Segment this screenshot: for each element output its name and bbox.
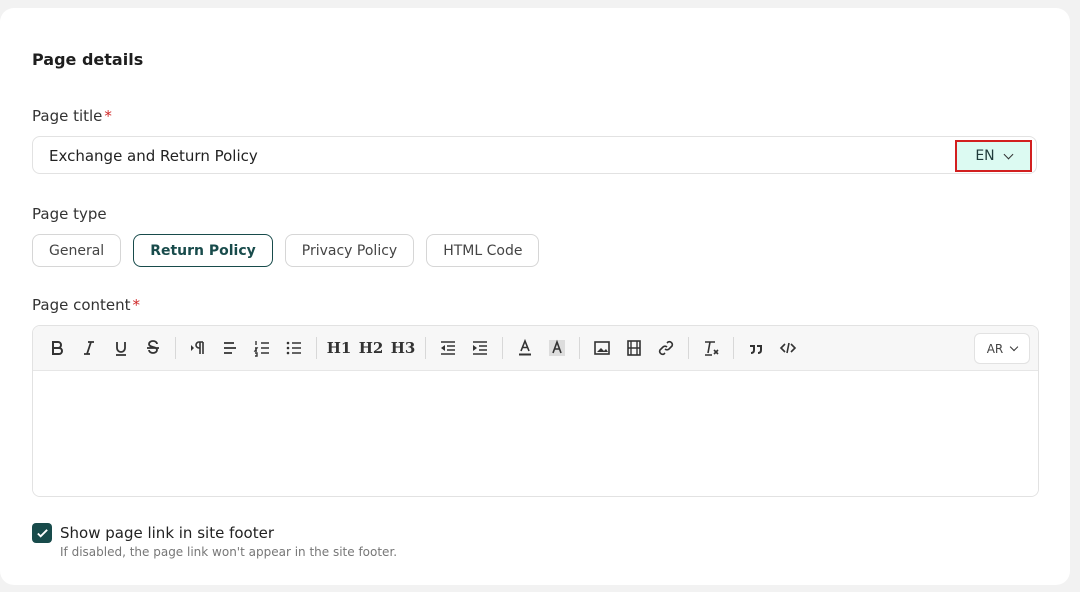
page-title-input[interactable]: Exchange and Return Policy EN: [32, 136, 1037, 174]
toolbar-divider: [502, 337, 503, 359]
required-mark: *: [132, 296, 141, 314]
highlight-icon[interactable]: [541, 333, 573, 363]
content-language-value: AR: [986, 341, 1004, 356]
outdent-icon[interactable]: [432, 333, 464, 363]
bullet-list-icon[interactable]: [278, 333, 310, 363]
heading2-icon[interactable]: H2: [355, 333, 387, 363]
required-mark: *: [104, 107, 112, 125]
footer-link-label: Show page link in site footer: [60, 524, 274, 542]
heading3-icon[interactable]: H3: [387, 333, 419, 363]
heading1-icon[interactable]: H1: [323, 333, 355, 363]
section-title: Page details: [32, 50, 144, 69]
title-language-value: EN: [975, 148, 995, 164]
text-direction-icon[interactable]: [182, 333, 214, 363]
toolbar-divider: [316, 337, 317, 359]
page-type-options: General Return Policy Privacy Policy HTM…: [32, 234, 540, 267]
video-icon[interactable]: [618, 333, 650, 363]
editor-toolbar: H1 H2 H3 AR: [33, 326, 1038, 371]
page-title-label: Page title *: [32, 107, 112, 125]
heading2-label: H2: [358, 339, 384, 357]
chevron-down-icon: [1003, 149, 1014, 159]
page-type-label: Page type: [32, 205, 107, 223]
bold-icon[interactable]: [41, 333, 73, 363]
chevron-down-icon: [1010, 342, 1019, 351]
page-type-general[interactable]: General: [32, 234, 122, 267]
footer-link-hint: If disabled, the page link won't appear …: [60, 545, 398, 559]
toolbar-divider: [175, 337, 176, 359]
toolbar-divider: [579, 337, 580, 359]
footer-link-checkbox[interactable]: [32, 523, 52, 543]
rich-text-editor: H1 H2 H3 AR: [32, 325, 1039, 497]
quote-icon[interactable]: [740, 333, 772, 363]
underline-icon[interactable]: [105, 333, 137, 363]
font-color-icon[interactable]: [509, 333, 541, 363]
toolbar-divider: [425, 337, 426, 359]
page-type-privacy-policy[interactable]: Privacy Policy: [284, 234, 415, 267]
title-language-select[interactable]: EN: [955, 140, 1032, 172]
clear-format-icon[interactable]: [695, 333, 727, 363]
content-language-select[interactable]: AR: [974, 333, 1030, 364]
page-content-label: Page content *: [32, 296, 141, 314]
check-icon: [36, 528, 48, 538]
link-icon[interactable]: [650, 333, 682, 363]
code-icon[interactable]: [772, 333, 804, 363]
heading1-label: H1: [326, 339, 352, 357]
indent-icon[interactable]: [464, 333, 496, 363]
page-type-html-code[interactable]: HTML Code: [426, 234, 540, 267]
heading3-label: H3: [390, 339, 416, 357]
italic-icon[interactable]: [73, 333, 105, 363]
editor-content-area[interactable]: [33, 371, 1038, 496]
align-icon[interactable]: [214, 333, 246, 363]
toolbar-divider: [733, 337, 734, 359]
strikethrough-icon[interactable]: [137, 333, 169, 363]
image-icon[interactable]: [586, 333, 618, 363]
page-type-return-policy[interactable]: Return Policy: [133, 234, 273, 267]
toolbar-divider: [688, 337, 689, 359]
page-details-card: Page details Page title * Exchange and Re…: [0, 8, 1070, 585]
ordered-list-icon[interactable]: [246, 333, 278, 363]
page-title-value: Exchange and Return Policy: [49, 147, 258, 165]
